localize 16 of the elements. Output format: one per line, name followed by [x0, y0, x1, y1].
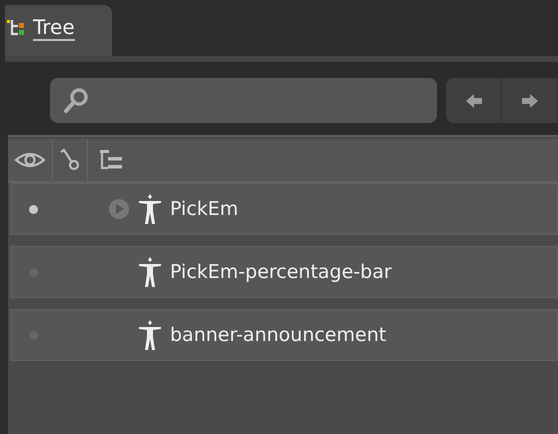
figure-icon [138, 256, 162, 288]
visibility-dot[interactable] [29, 204, 38, 214]
node-name: PickEm-percentage-bar [170, 261, 392, 283]
node-name: PickEm [170, 198, 238, 220]
search-icon [62, 86, 90, 116]
tree-tab[interactable]: Tree [5, 5, 112, 56]
figure-icon [138, 319, 162, 351]
eye-icon[interactable] [14, 150, 46, 170]
search-field[interactable] [50, 78, 437, 123]
tree-row[interactable]: banner-announcement [10, 309, 558, 361]
tree-row[interactable]: PickEm [10, 183, 558, 235]
tree-row[interactable]: PickEm-percentage-bar [10, 246, 558, 298]
figure-icon [138, 193, 162, 225]
node-name: banner-announcement [170, 324, 386, 346]
key-icon[interactable] [59, 148, 81, 172]
hierarchy-icon[interactable] [98, 148, 124, 172]
